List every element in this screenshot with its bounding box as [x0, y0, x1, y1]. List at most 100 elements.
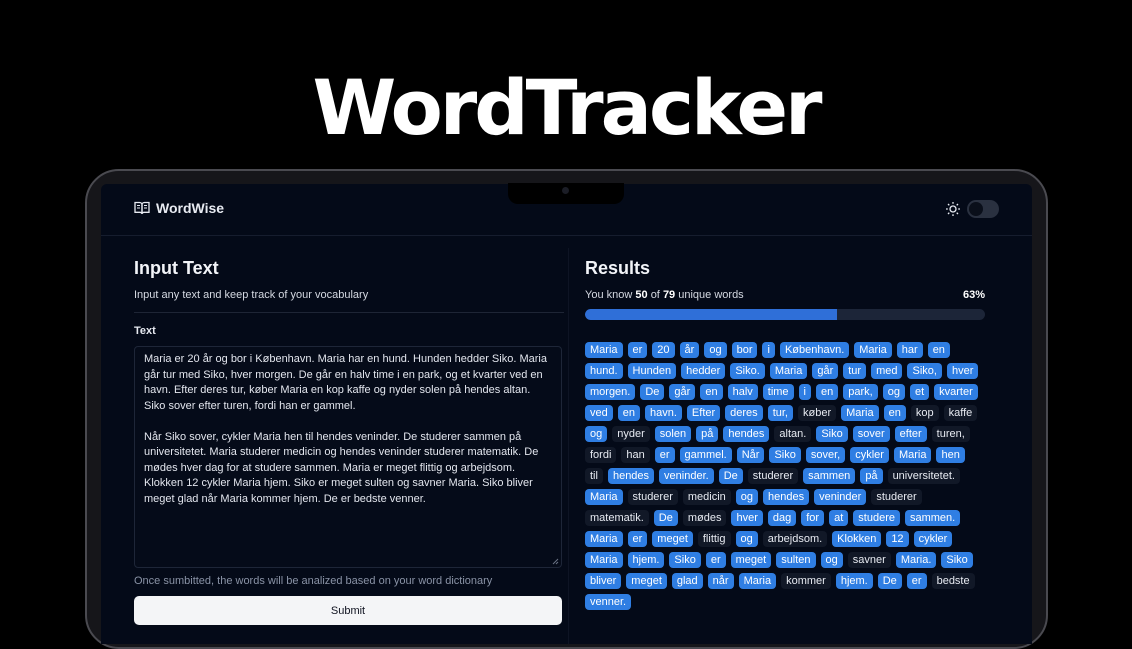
word-chip-known[interactable]: og — [820, 552, 843, 568]
word-chip-known[interactable]: Maria — [854, 342, 892, 358]
word-chip-known[interactable]: at — [829, 510, 849, 526]
word-chip-known[interactable]: Siko — [816, 426, 848, 442]
word-chip-known[interactable]: halv — [727, 384, 758, 400]
word-chip-unknown[interactable]: han — [621, 447, 650, 463]
word-chip-unknown[interactable]: medicin — [682, 489, 731, 505]
word-chip-known[interactable]: venner. — [585, 594, 632, 610]
word-chip-known[interactable]: sammen. — [904, 510, 961, 526]
submit-button[interactable]: Submit — [134, 596, 562, 625]
word-chip-unknown[interactable]: køber — [797, 405, 837, 421]
word-chip-known[interactable]: når — [707, 573, 734, 589]
word-chip-unknown[interactable]: savner — [847, 552, 891, 568]
word-chip-known[interactable]: veninder — [814, 489, 867, 505]
word-chip-known[interactable]: en — [816, 384, 839, 400]
word-chip-known[interactable]: studere — [853, 510, 900, 526]
word-chip-unknown[interactable]: altan. — [774, 426, 812, 442]
word-chip-known[interactable]: deres — [725, 405, 763, 421]
word-chip-known[interactable]: for — [801, 510, 825, 526]
word-chip-known[interactable]: Maria — [585, 531, 623, 547]
word-chip-known[interactable]: solen — [654, 426, 692, 442]
word-chip-unknown[interactable]: bedste — [931, 573, 975, 589]
word-chip-unknown[interactable]: turen, — [931, 426, 970, 442]
word-chip-known[interactable]: sulten — [776, 552, 816, 568]
word-chip-known[interactable]: er — [654, 447, 675, 463]
word-chip-known[interactable]: er — [705, 552, 726, 568]
word-chip-known[interactable]: meget — [652, 531, 693, 547]
word-chip-known[interactable]: Klokken — [832, 531, 882, 547]
word-chip-known[interactable]: hendes — [723, 426, 770, 442]
word-chip-unknown[interactable]: arbejdsom. — [762, 531, 828, 547]
word-chip-known[interactable]: De — [640, 384, 665, 400]
word-chip-known[interactable]: havn. — [645, 405, 682, 421]
word-chip-known[interactable]: er — [627, 531, 648, 547]
sun-icon[interactable] — [945, 201, 961, 222]
theme-toggle[interactable] — [967, 200, 999, 218]
word-chip-known[interactable]: Maria. — [895, 552, 937, 568]
word-chip-known[interactable]: hedder — [681, 363, 726, 379]
word-chip-known[interactable]: gammel. — [679, 447, 732, 463]
word-chip-known[interactable]: meget — [626, 573, 667, 589]
word-chip-known[interactable]: går — [669, 384, 696, 400]
word-chip-known[interactable]: Maria — [585, 489, 623, 505]
text-input[interactable]: Maria er 20 år og bor i København. Maria… — [134, 346, 562, 568]
word-chip-known[interactable]: dag — [767, 510, 797, 526]
word-chip-known[interactable]: tur, — [767, 405, 793, 421]
word-chip-known[interactable]: København. — [779, 342, 850, 358]
word-chip-known[interactable]: meget — [730, 552, 772, 568]
word-chip-unknown[interactable]: nyder — [612, 426, 650, 442]
word-chip-known[interactable]: en — [617, 405, 640, 421]
word-chip-known[interactable]: efter — [894, 426, 927, 442]
word-chip-known[interactable]: på — [696, 426, 719, 442]
word-chip-known[interactable]: Siko, — [907, 363, 942, 379]
brand[interactable]: WordWise — [134, 200, 224, 216]
word-chip-known[interactable]: kvarter — [934, 384, 978, 400]
word-chip-unknown[interactable]: studerer — [747, 468, 799, 484]
word-chip-known[interactable]: Maria — [738, 573, 777, 589]
word-chip-known[interactable]: år — [679, 342, 700, 358]
word-chip-known[interactable]: cykler — [850, 447, 889, 463]
word-chip-known[interactable]: på — [860, 468, 883, 484]
word-chip-known[interactable]: og — [735, 531, 758, 547]
word-chip-known[interactable]: Siko — [769, 447, 801, 463]
word-chip-known[interactable]: hver — [731, 510, 763, 526]
word-chip-known[interactable]: en — [927, 342, 950, 358]
word-chip-known[interactable]: og — [735, 489, 759, 505]
word-chip-unknown[interactable]: mødes — [682, 510, 727, 526]
word-chip-known[interactable]: Maria — [585, 342, 623, 358]
word-chip-known[interactable]: sover, — [805, 447, 846, 463]
word-chip-known[interactable]: Hunden — [627, 363, 677, 379]
word-chip-unknown[interactable]: studerer — [627, 489, 678, 505]
word-chip-known[interactable]: hund. — [585, 363, 623, 379]
word-chip-known[interactable]: hver — [946, 363, 979, 379]
word-chip-known[interactable]: går — [812, 363, 839, 379]
word-chip-known[interactable]: time — [762, 384, 794, 400]
word-chip-known[interactable]: er — [627, 342, 648, 358]
word-chip-unknown[interactable]: flittig — [697, 531, 731, 547]
word-chip-unknown[interactable]: fordi — [585, 447, 617, 463]
word-chip-known[interactable]: glad — [671, 573, 703, 589]
word-chip-known[interactable]: Siko — [941, 552, 973, 568]
word-chip-known[interactable]: Når — [736, 447, 765, 463]
word-chip-known[interactable]: bor — [731, 342, 758, 358]
word-chip-known[interactable]: en — [700, 384, 723, 400]
word-chip-unknown[interactable]: universitetet. — [887, 468, 960, 484]
word-chip-known[interactable]: og — [882, 384, 905, 400]
word-chip-unknown[interactable]: kommer — [781, 573, 831, 589]
word-chip-known[interactable]: et — [909, 384, 930, 400]
word-chip-unknown[interactable]: til — [585, 468, 603, 484]
word-chip-unknown[interactable]: kop — [910, 405, 939, 421]
word-chip-known[interactable]: Maria — [769, 363, 808, 379]
word-chip-known[interactable]: hjem. — [835, 573, 873, 589]
word-chip-known[interactable]: veninder. — [659, 468, 714, 484]
word-chip-known[interactable]: Maria — [893, 447, 932, 463]
word-chip-known[interactable]: i — [798, 384, 811, 400]
word-chip-known[interactable]: Efter — [686, 405, 721, 421]
word-chip-known[interactable]: 20 — [652, 342, 675, 358]
word-chip-known[interactable]: hen — [936, 447, 965, 463]
word-chip-known[interactable]: hjem. — [627, 552, 665, 568]
word-chip-known[interactable]: er — [906, 573, 927, 589]
word-chip-unknown[interactable]: matematik. — [585, 510, 649, 526]
word-chip-known[interactable]: tur — [843, 363, 867, 379]
word-chip-known[interactable]: De — [877, 573, 902, 589]
word-chip-known[interactable]: hendes — [607, 468, 655, 484]
